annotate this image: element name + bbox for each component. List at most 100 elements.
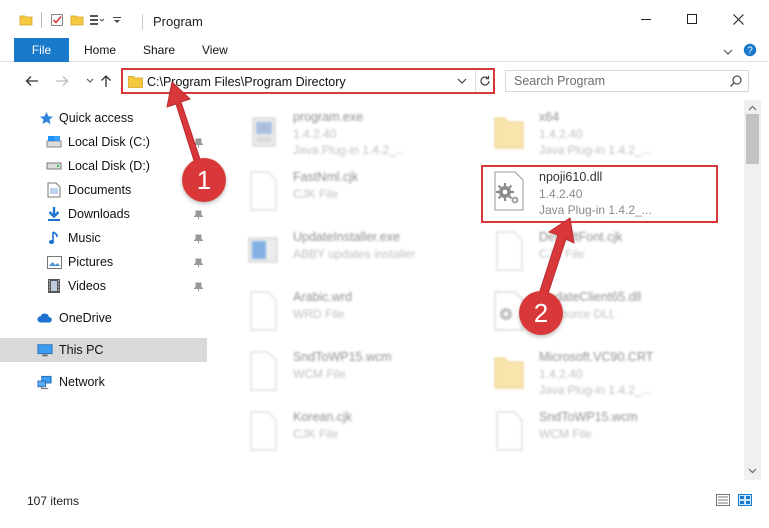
ribbon-controls: ? (723, 43, 757, 60)
new-folder-icon[interactable] (69, 12, 85, 28)
search-input[interactable] (514, 73, 724, 89)
file-version: 1.4.2.40 (539, 127, 583, 141)
blank-file-icon (250, 411, 277, 451)
status-bar: 107 items (0, 480, 769, 528)
recent-locations-button[interactable] (82, 73, 98, 89)
title-bar: Program (0, 0, 769, 38)
file-item[interactable]: UpdateClient65.dll Resource DLL (469, 282, 719, 338)
view-switcher (716, 494, 752, 509)
blank-file-icon (250, 351, 277, 391)
pictures-icon (46, 254, 62, 270)
folder-icon (494, 117, 524, 149)
network-icon (37, 374, 53, 390)
file-name: SndToWP15.wcm (293, 350, 392, 364)
file-item[interactable]: Korean.cjk CJK File (223, 402, 473, 458)
help-icon[interactable]: ? (743, 43, 757, 60)
file-item[interactable]: DefaultFont.cjk CJK File (469, 222, 719, 278)
vertical-scrollbar[interactable] (744, 100, 761, 480)
drive-icon (46, 158, 62, 174)
executable-icon (252, 117, 276, 147)
file-description: Java Plug-in 1.4.2_... (539, 383, 652, 397)
blank-file-icon (496, 411, 523, 451)
pin-icon[interactable] (193, 257, 204, 271)
step-2-badge: 2 (519, 291, 563, 335)
sidebar-item-label: Documents (68, 183, 132, 197)
up-button[interactable] (98, 73, 114, 89)
file-name: x64 (539, 110, 560, 124)
folder-icon (128, 75, 143, 91)
file-version: 1.4.2.40 (539, 367, 583, 381)
sidebar-item-documents[interactable]: Documents (0, 178, 207, 202)
chevron-down-icon (86, 78, 94, 83)
scrollbar-thumb[interactable] (746, 114, 759, 164)
address-dropdown-icon[interactable] (457, 75, 467, 89)
details-view-icon[interactable] (716, 494, 730, 509)
sidebar-item-this-pc[interactable]: This PC (0, 338, 207, 362)
tab-view[interactable]: View (202, 38, 228, 62)
music-note-icon (46, 230, 62, 246)
customize-toolbar-icon[interactable] (89, 12, 105, 28)
file-name: Microsoft.VC90.CRT (539, 350, 654, 364)
film-strip-icon (46, 278, 62, 294)
folder-icon[interactable] (18, 12, 34, 28)
file-name: program.exe (293, 110, 364, 124)
sidebar-item-network[interactable]: Network (0, 370, 207, 394)
file-list: program.exe 1.4.2.40 Java Plug-in 1.4.2_… (211, 100, 744, 480)
sidebar-item-local-disk-d[interactable]: Local Disk (D:) (0, 154, 207, 178)
highlight-box-dll (481, 165, 718, 223)
refresh-button[interactable] (475, 70, 493, 92)
pin-icon[interactable] (193, 281, 204, 295)
scroll-down-icon[interactable] (748, 466, 757, 475)
sidebar-item-label: Network (59, 375, 105, 389)
tab-file[interactable]: File (14, 38, 69, 62)
file-item[interactable]: program.exe 1.4.2.40 Java Plug-in 1.4.2_… (223, 102, 473, 158)
minimize-icon (641, 19, 651, 20)
sidebar-item-pictures[interactable]: Pictures (0, 250, 207, 274)
qat-dropdown-icon[interactable] (109, 12, 125, 28)
minimize-button[interactable] (623, 0, 669, 38)
pin-icon[interactable] (193, 209, 204, 223)
sidebar-item-onedrive[interactable]: OneDrive (0, 306, 207, 330)
file-name: FastNml.cjk (293, 170, 359, 184)
installer-icon (248, 237, 278, 263)
file-item[interactable]: SndToWP15.wcm WCM File (469, 402, 719, 458)
window-title: Program (153, 14, 203, 29)
back-button[interactable] (24, 73, 40, 89)
tab-home[interactable]: Home (84, 38, 116, 62)
sidebar-item-label: Local Disk (D:) (68, 159, 150, 173)
sidebar-item-label: Music (68, 231, 101, 245)
address-row: C:\Program Files\Program Directory (0, 62, 769, 100)
properties-icon[interactable] (49, 12, 65, 28)
sidebar-item-downloads[interactable]: Downloads (0, 202, 207, 226)
file-item[interactable]: x64 1.4.2.40 Java Plug-in 1.4.2_... (469, 102, 719, 158)
scroll-up-icon[interactable] (748, 103, 757, 112)
file-item[interactable]: Arabic.wrd WRD File (223, 282, 473, 338)
file-item[interactable]: SndToWP15.wcm WCM File (223, 342, 473, 398)
forward-button[interactable] (54, 73, 70, 89)
sidebar-item-videos[interactable]: Videos (0, 274, 207, 298)
tab-share[interactable]: Share (143, 38, 175, 62)
close-button[interactable] (715, 0, 761, 38)
file-description: ABBY updates installer (293, 247, 416, 261)
file-item[interactable]: FastNml.cjk CJK File (223, 162, 473, 218)
close-icon (732, 13, 744, 25)
search-icon (729, 74, 743, 91)
search-box[interactable] (505, 70, 749, 92)
folder-icon (494, 357, 524, 389)
large-icons-view-icon[interactable] (738, 494, 752, 509)
blank-file-icon (250, 171, 277, 211)
sidebar-item-music[interactable]: Music (0, 226, 207, 250)
documents-icon (46, 182, 62, 198)
pin-icon[interactable] (193, 233, 204, 247)
sidebar-item-quick-access[interactable]: Quick access (0, 106, 207, 130)
file-item[interactable]: UpdateInstaller.exe ABBY updates install… (223, 222, 473, 278)
file-item[interactable]: Microsoft.VC90.CRT 1.4.2.40 Java Plug-in… (469, 342, 719, 398)
address-bar[interactable]: C:\Program Files\Program Directory (121, 68, 495, 94)
expand-ribbon-icon[interactable] (723, 45, 733, 59)
sidebar-item-local-disk-c[interactable]: Local Disk (C:) (0, 130, 207, 154)
maximize-button[interactable] (669, 0, 715, 38)
step-1-badge: 1 (182, 158, 226, 202)
toolbar-separator (41, 12, 42, 28)
pin-icon[interactable] (193, 137, 204, 151)
file-name: UpdateInstaller.exe (293, 230, 401, 244)
